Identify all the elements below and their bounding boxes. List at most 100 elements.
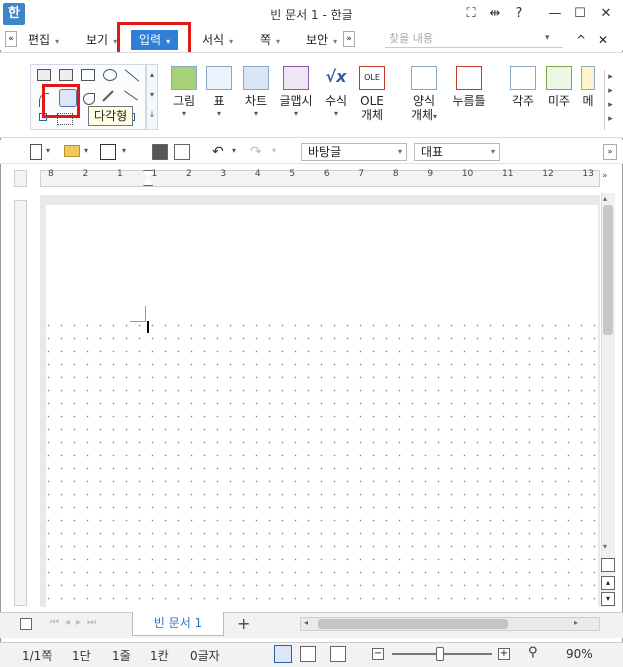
ruler-corner[interactable]: [14, 170, 27, 187]
redo-icon[interactable]: ↷: [250, 144, 262, 160]
dropdown-icon: ▾: [333, 109, 338, 118]
menu-scroll-left-icon[interactable]: «: [5, 31, 17, 47]
zoom-out-icon[interactable]: −: [372, 648, 384, 660]
zoom-slider-knob[interactable]: [436, 647, 444, 661]
ribbon-chart-button[interactable]: 차트 ▾: [240, 66, 272, 130]
prev-page-icon[interactable]: ▴: [601, 576, 615, 590]
status-chars: 0글자: [190, 649, 220, 663]
maximize-button[interactable]: ☐: [571, 5, 589, 23]
menu-label: 편집: [28, 33, 51, 47]
close-doc-icon[interactable]: ✕: [598, 31, 608, 49]
view-full-icon[interactable]: [330, 646, 346, 662]
ribbon-formula-button[interactable]: √x 수식 ▾: [320, 66, 352, 130]
open-folder-icon[interactable]: [64, 145, 80, 157]
dropdown-icon: ▾: [397, 147, 402, 156]
margin-guide: [145, 306, 146, 322]
menu-label: 보기: [86, 33, 109, 47]
dropdown-icon: ▾: [216, 109, 221, 118]
text-cursor: [147, 321, 149, 333]
menu-edit[interactable]: 편집 ▾: [28, 31, 59, 49]
undo-icon[interactable]: ↶: [212, 144, 224, 160]
ruler-tick: 7: [358, 169, 365, 179]
menu-view[interactable]: 보기 ▾: [86, 31, 117, 49]
scroll-left-icon[interactable]: ◂: [304, 618, 308, 627]
scroll-up-icon[interactable]: ▴: [603, 194, 607, 203]
zoom-in-icon[interactable]: +: [498, 648, 510, 660]
dropdown-icon[interactable]: ▾: [272, 146, 276, 155]
view-page-icon[interactable]: [274, 645, 292, 663]
ribbon-wordart-button[interactable]: 글맵시 ▾: [278, 66, 314, 130]
ribbon-endnote-button[interactable]: 미주: [543, 66, 575, 130]
close-button[interactable]: ✕: [597, 5, 615, 23]
status-col: 1칸: [150, 649, 169, 663]
vertical-textbox-icon[interactable]: [59, 69, 73, 81]
menu-scroll-right-icon[interactable]: »: [343, 31, 355, 47]
ribbon-form-button[interactable]: 양식 개체▾: [406, 66, 442, 130]
menu-label: 입력: [139, 33, 162, 47]
split-view-icon[interactable]: ⇹: [486, 5, 504, 23]
ruler-tick: 11: [502, 169, 514, 179]
line-icon[interactable]: [124, 69, 140, 82]
find-dropdown-icon[interactable]: ▾: [545, 33, 550, 43]
font-select[interactable]: 대표 ▾: [414, 143, 500, 161]
ruler-tick: 12: [542, 169, 554, 179]
add-tab-button[interactable]: +: [237, 614, 250, 633]
tab-document-1[interactable]: 빈 문서 1: [132, 612, 224, 636]
style-select[interactable]: 바탕글 ▾: [301, 143, 407, 161]
curve-icon[interactable]: [83, 93, 95, 105]
toolbar-expand-icon[interactable]: »: [603, 144, 617, 160]
menu-label: 쪽: [260, 33, 272, 47]
ruler-tick: 3: [220, 169, 227, 179]
menu-label: 서식: [202, 33, 225, 47]
next-page-icon[interactable]: ▾: [601, 592, 615, 606]
footnote-icon: [510, 66, 536, 90]
print-icon[interactable]: [152, 144, 168, 160]
collapse-ribbon-icon[interactable]: ^: [576, 31, 586, 49]
menu-page[interactable]: 쪽 ▾: [260, 31, 280, 49]
dropdown-icon[interactable]: ▾: [122, 146, 126, 155]
vertical-ruler[interactable]: [14, 200, 27, 606]
rectangle-icon[interactable]: [81, 69, 95, 81]
dropdown-icon[interactable]: ▾: [46, 146, 50, 155]
horizontal-scroll-thumb[interactable]: [318, 619, 508, 629]
dropdown-icon[interactable]: ▾: [84, 146, 88, 155]
dropdown-icon[interactable]: ▾: [232, 146, 236, 155]
dropdown-icon: ▾: [229, 37, 234, 46]
ruler-tick: 10: [461, 169, 474, 179]
page-view-icon[interactable]: [601, 558, 615, 572]
menu-format[interactable]: 서식 ▾: [202, 31, 233, 49]
ruler-tick: 8: [392, 169, 399, 179]
menu-insert[interactable]: 입력 ▾: [131, 30, 179, 50]
chart-icon: [243, 66, 269, 90]
scroll-right-icon[interactable]: ▸: [574, 618, 578, 627]
ribbon-table-button[interactable]: 표 ▾: [204, 66, 234, 130]
ellipse-icon[interactable]: [103, 69, 117, 81]
connector-icon[interactable]: [124, 90, 138, 101]
textbox-icon[interactable]: [37, 69, 51, 81]
menu-security[interactable]: 보안 ▾: [306, 31, 337, 49]
save-icon[interactable]: [100, 144, 116, 160]
new-document-icon[interactable]: [30, 144, 42, 160]
scroll-down-icon[interactable]: ▾: [603, 542, 607, 551]
view-width-icon[interactable]: [300, 646, 316, 662]
zoom-search-icon[interactable]: ⚲: [528, 645, 538, 660]
ruler-expand-icon[interactable]: »: [602, 171, 608, 181]
minimize-button[interactable]: —: [546, 5, 564, 23]
shapes-scroll[interactable]: ▴ ▾ ↓: [146, 64, 158, 130]
ribbon-expand-icon[interactable]: ▸ ▸ ▸ ▸: [604, 70, 616, 130]
ribbon-ole-button[interactable]: OLE OLE 개체: [356, 66, 388, 130]
endnote-icon: [546, 66, 572, 90]
ribbon-memo-button[interactable]: 메: [580, 66, 596, 130]
fullscreen-icon[interactable]: ⛶: [462, 5, 480, 23]
tab-nav-icons[interactable]: ⏮◂▸⏭: [50, 617, 102, 628]
tab-list-icon[interactable]: [20, 618, 32, 630]
ribbon-field-button[interactable]: 누름틀: [448, 66, 490, 130]
pen-icon[interactable]: [102, 90, 114, 102]
find-input[interactable]: 찾을 내용: [385, 30, 563, 48]
print-preview-icon[interactable]: [174, 144, 190, 160]
help-icon[interactable]: ?: [510, 5, 528, 23]
vertical-scroll-thumb[interactable]: [603, 205, 613, 335]
ruler-tick: 6: [323, 169, 330, 179]
ribbon-picture-button[interactable]: 그림 ▾: [167, 66, 201, 130]
ribbon-footnote-button[interactable]: 각주: [507, 66, 539, 130]
